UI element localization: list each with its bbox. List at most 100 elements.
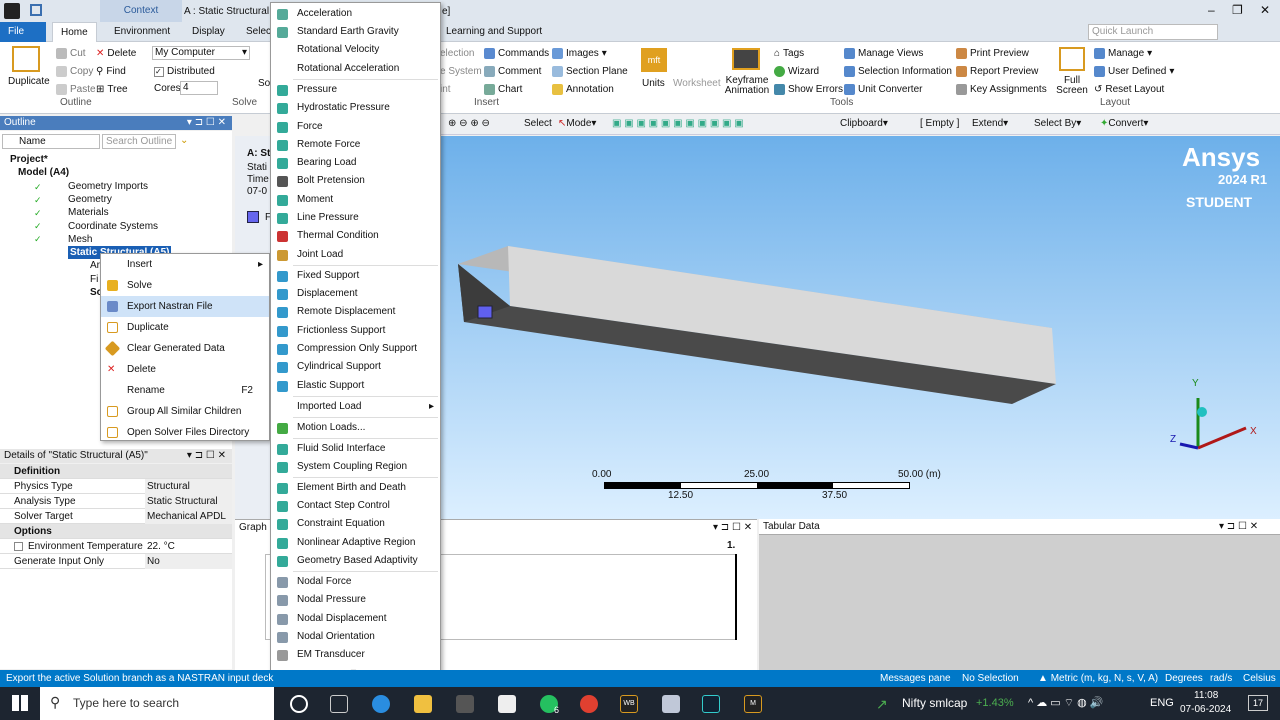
extend-button[interactable]: Extend▾ (972, 118, 1008, 129)
clock-time[interactable]: 11:08 (1194, 690, 1218, 701)
submenu-thermal-condition[interactable]: Thermal Condition (271, 227, 440, 245)
submenu-nodal-pressure[interactable]: Nodal Pressure (271, 591, 440, 609)
clock-date[interactable]: 07-06-2024 (1180, 704, 1231, 715)
submenu-moment[interactable]: Moment (271, 191, 440, 209)
menu-group-similar[interactable]: Group All Similar Children (101, 401, 269, 422)
unit-system[interactable]: ▲ Metric (m, kg, N, s, V, A) (1038, 670, 1158, 687)
submenu-nodal-force[interactable]: Nodal Force (271, 573, 440, 591)
submenu-fixed-support[interactable]: Fixed Support (271, 267, 440, 285)
chrome-icon[interactable] (580, 695, 598, 713)
submenu-joint-load[interactable]: Joint Load (271, 246, 440, 264)
mechanical-icon[interactable]: M (744, 695, 762, 713)
solve-fragment[interactable]: So (258, 78, 270, 89)
checkbox[interactable] (14, 542, 23, 551)
tree-geometry-imports[interactable]: Geometry Imports (68, 180, 148, 193)
submenu-remote-displacement[interactable]: Remote Displacement (271, 303, 440, 321)
submenu-displacement[interactable]: Displacement (271, 285, 440, 303)
selection-information-button[interactable]: Selection Information (844, 66, 952, 77)
submenu-bearing-load[interactable]: Bearing Load (271, 154, 440, 172)
temperature-unit[interactable]: Celsius (1243, 670, 1276, 687)
solver-select[interactable]: My Computer ▾ (152, 46, 250, 60)
manage-button[interactable]: Manage ▾ (1094, 48, 1152, 59)
print-preview-button[interactable]: Print Preview (956, 48, 1029, 59)
system-fragment[interactable]: e System (440, 66, 482, 77)
submenu-em-transducer[interactable]: EM Transducer (271, 646, 440, 664)
submenu-pressure[interactable]: Pressure (271, 81, 440, 99)
submenu-imported-load[interactable]: Imported Load ▸ (271, 398, 440, 416)
submenu-cylindrical-support[interactable]: Cylindrical Support (271, 358, 440, 376)
save-icon[interactable] (30, 4, 42, 16)
details-row[interactable]: Analysis Type Static Structural (0, 494, 232, 509)
submenu-force[interactable]: Force (271, 118, 440, 136)
submenu-remote-force[interactable]: Remote Force (271, 136, 440, 154)
tree-analysis-settings[interactable]: Ar (90, 259, 100, 272)
menu-solve[interactable]: Solve (101, 275, 269, 296)
tab-learning[interactable]: Learning and Support (438, 22, 550, 42)
terminal-icon[interactable] (702, 695, 720, 713)
submenu-motion-loads[interactable]: Motion Loads... (271, 419, 440, 437)
submenu-nonlinear-adaptive-region[interactable]: Nonlinear Adaptive Region (271, 534, 440, 552)
store-icon[interactable] (456, 695, 474, 713)
name-filter[interactable]: Name (2, 134, 100, 149)
submenu-geometry-based-adaptivity[interactable]: Geometry Based Adaptivity (271, 552, 440, 570)
submenu-fluid-solid-interface[interactable]: Fluid Solid Interface (271, 440, 440, 458)
submenu-constraint-equation[interactable]: Constraint Equation (271, 515, 440, 533)
details-row[interactable]: Generate Input Only No (0, 554, 232, 569)
duplicate-button[interactable]: Duplicate (8, 76, 50, 87)
context-tab[interactable]: Context (100, 0, 182, 22)
unit-converter-button[interactable]: Unit Converter (844, 84, 922, 95)
convert-button[interactable]: ✦Convert▾ (1100, 118, 1148, 129)
app-icon[interactable] (662, 695, 680, 713)
rotation-unit[interactable]: rad/s (1210, 670, 1232, 687)
taskbar-search[interactable]: ⚲ Type here to search (40, 687, 274, 720)
system-tray-icons[interactable]: ^ ☁ ▭ ⌔ ◍ 🔊 (1028, 696, 1103, 710)
tree-geometry[interactable]: Geometry (68, 193, 112, 206)
report-preview-button[interactable]: Report Preview (956, 66, 1038, 77)
details-row[interactable]: Environment Temperature 22. °C (0, 539, 232, 554)
search-outline-input[interactable]: Search Outline (102, 134, 176, 149)
zoom-icon[interactable]: ⊕ ⊖ ⊕ ⊖ (448, 118, 490, 129)
chart-button[interactable]: Chart (484, 84, 522, 95)
submenu-line-pressure[interactable]: Line Pressure (271, 209, 440, 227)
tags-button[interactable]: ⌂ Tags (774, 48, 804, 59)
definition-group[interactable]: Definition (0, 464, 232, 479)
tree-project[interactable]: Project* (10, 153, 48, 166)
options-group[interactable]: Options (0, 524, 232, 539)
selection-filter-icons[interactable]: ▣ ▣ ▣ ▣ ▣ ▣ ▣ ▣ ▣ ▣ ▣ (612, 118, 744, 129)
tree-coordinate-systems[interactable]: Coordinate Systems (68, 220, 158, 233)
notification-count[interactable]: 17 (1248, 695, 1268, 711)
annotation-button[interactable]: Annotation (552, 84, 614, 95)
keyframe-animation-button[interactable]: Keyframe Animation (722, 76, 772, 96)
tab-file[interactable]: File (0, 22, 46, 42)
close-icon[interactable]: ✕ (1260, 3, 1270, 17)
pin-icon[interactable]: ▾ ⊐ ☐ ✕ (187, 449, 226, 463)
submenu-contact-step-control[interactable]: Contact Step Control (271, 497, 440, 515)
tree-mesh[interactable]: Mesh (68, 233, 92, 246)
file-explorer-icon[interactable] (414, 695, 432, 713)
edge-icon[interactable] (372, 695, 390, 713)
submenu-frictionless-support[interactable]: Frictionless Support (271, 322, 440, 340)
submenu-system-coupling-region[interactable]: System Coupling Region (271, 458, 440, 476)
images-button[interactable]: Images ▾ (552, 48, 607, 59)
cores-input[interactable]: 4 (180, 81, 218, 95)
filter-icon[interactable]: ⌄ (180, 135, 188, 146)
tree-fixed[interactable]: Fi (90, 273, 98, 286)
messages-pane-button[interactable]: Messages pane (880, 670, 951, 687)
distributed-checkbox[interactable]: ✓ Distributed (154, 66, 215, 77)
menu-open-solver-dir[interactable]: Open Solver Files Directory (101, 422, 269, 443)
mode-button[interactable]: ↖Mode▾ (558, 118, 596, 129)
submenu-standard-earth-gravity[interactable]: Standard Earth Gravity (271, 23, 440, 41)
submenu-bolt-pretension[interactable]: Bolt Pretension (271, 172, 440, 190)
duplicate-icon[interactable] (12, 46, 40, 72)
wizard-button[interactable]: Wizard (774, 66, 819, 77)
full-screen-icon[interactable] (1059, 47, 1085, 71)
details-row[interactable]: Physics Type Structural (0, 479, 232, 494)
show-errors-button[interactable]: Show Errors (774, 84, 843, 95)
paste-button[interactable]: Paste (56, 84, 96, 95)
commands-button[interactable]: Commands (484, 48, 549, 59)
submenu-acceleration[interactable]: Acceleration (271, 5, 440, 23)
menu-insert[interactable]: Insert ▸ (101, 254, 269, 275)
tab-environment[interactable]: Environment (106, 22, 178, 42)
details-row[interactable]: Solver Target Mechanical APDL (0, 509, 232, 524)
clipboard-button[interactable]: Clipboard▾ (840, 118, 888, 129)
